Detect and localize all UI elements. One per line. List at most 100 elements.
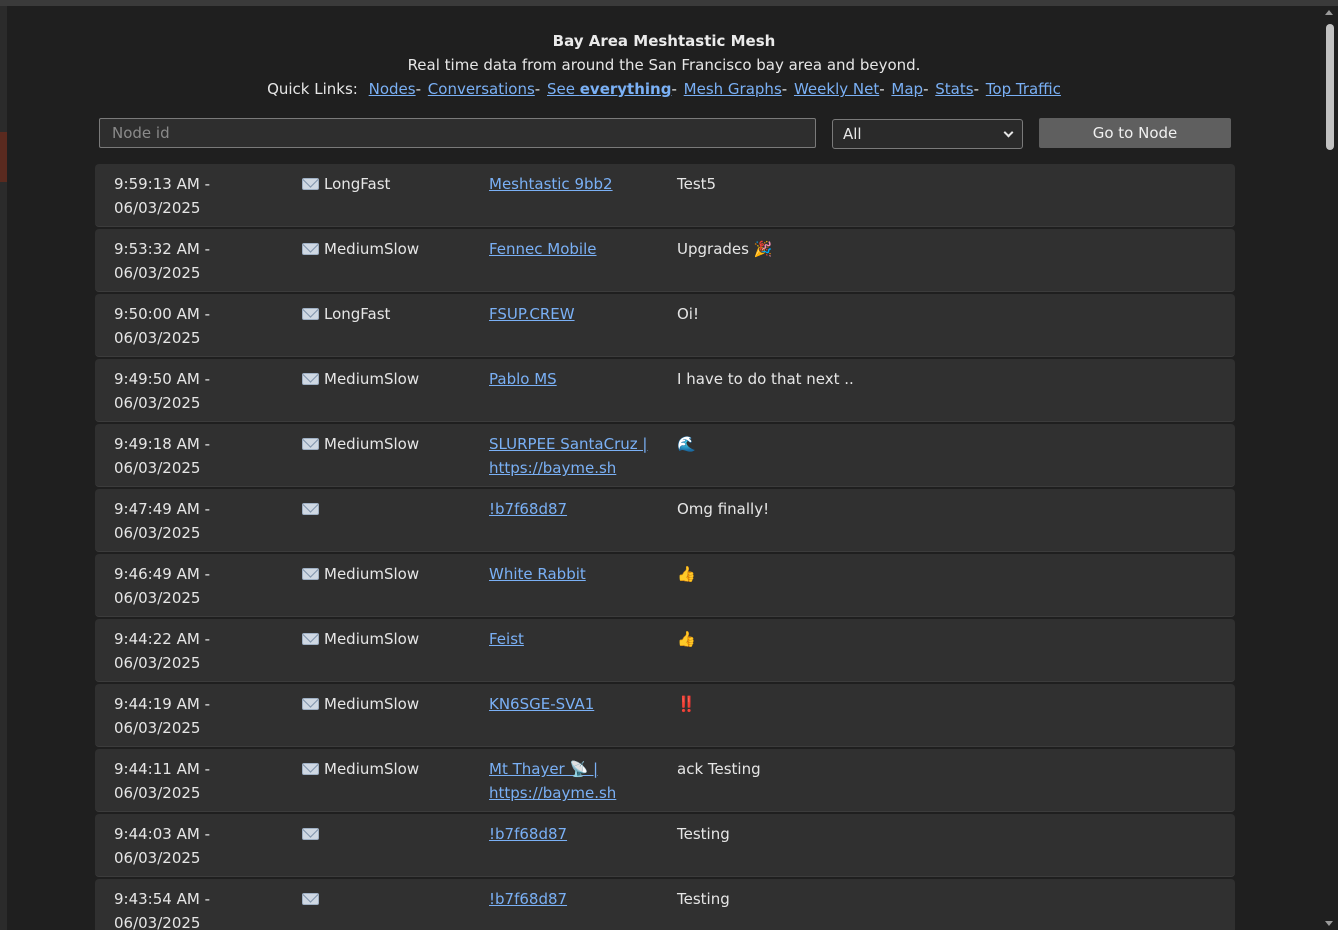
link-separator: - xyxy=(781,80,788,98)
message-channel: LongFast xyxy=(302,302,482,326)
message-text: Oi! xyxy=(677,305,699,323)
sender-name: Mt Thayer 📡 | xyxy=(489,760,598,778)
message-row: 9:53:32 AM - 06/03/2025 MediumSlow Fennec M… xyxy=(95,229,1235,292)
message-date: 06/03/2025 xyxy=(114,784,201,802)
scroll-up-icon[interactable] xyxy=(1325,10,1333,15)
message-text: ‼️ xyxy=(677,695,696,713)
link-conversations[interactable]: Conversations xyxy=(428,80,535,98)
page-content: Bay Area Meshtastic Mesh Real time data … xyxy=(7,6,1321,930)
message-sender: !b7f68d87 xyxy=(489,822,659,846)
quick-links-label: Quick Links: xyxy=(267,80,358,98)
sender-link[interactable]: !b7f68d87 xyxy=(489,825,567,843)
message-channel: MediumSlow xyxy=(302,627,482,651)
message-sender: SLURPEE SantaCruz | https://bayme.sh xyxy=(489,432,659,480)
sender-link[interactable]: Feist xyxy=(489,630,524,648)
envelope-icon xyxy=(302,373,319,385)
message-timestamp: 9:43:54 AM - 06/03/2025 xyxy=(114,887,294,930)
message-row: 9:44:22 AM - 06/03/2025 MediumSlow Feist 👍 xyxy=(95,619,1235,682)
channel-name: MediumSlow xyxy=(324,565,420,583)
message-row: 9:44:11 AM - 06/03/2025 MediumSlow Mt Thaye… xyxy=(95,749,1235,812)
channel-name: MediumSlow xyxy=(324,630,420,648)
message-timestamp: 9:44:22 AM - 06/03/2025 xyxy=(114,627,294,675)
sender-link[interactable]: !b7f68d87 xyxy=(489,500,567,518)
envelope-icon xyxy=(302,243,319,255)
message-row: 9:49:18 AM - 06/03/2025 MediumSlow SLURPEE … xyxy=(95,424,1235,487)
message-timestamp: 9:47:49 AM - 06/03/2025 xyxy=(114,497,294,545)
scrollbar-thumb[interactable] xyxy=(1326,24,1334,150)
sender-link[interactable]: !b7f68d87 xyxy=(489,890,567,908)
message-date: 06/03/2025 xyxy=(114,654,201,672)
message-date: 06/03/2025 xyxy=(114,589,201,607)
scroll-down-icon[interactable] xyxy=(1325,921,1333,926)
message-channel: LongFast xyxy=(302,172,482,196)
message-channel xyxy=(302,497,482,521)
channel-name: MediumSlow xyxy=(324,240,420,258)
message-time: 9:49:18 AM - xyxy=(114,435,210,453)
envelope-icon xyxy=(302,633,319,645)
link-nodes[interactable]: Nodes xyxy=(369,80,416,98)
message-row: 9:49:50 AM - 06/03/2025 MediumSlow Pablo MS… xyxy=(95,359,1235,422)
channel-select-value: All xyxy=(843,125,862,143)
page-subtitle: Real time data from around the San Franc… xyxy=(407,56,921,74)
link-separator: - xyxy=(534,80,541,98)
message-channel: MediumSlow xyxy=(302,237,482,261)
sender-name: Feist xyxy=(489,630,524,648)
message-date: 06/03/2025 xyxy=(114,849,201,867)
sender-name: !b7f68d87 xyxy=(489,890,568,908)
message-text: 👍 xyxy=(677,565,696,583)
link-top-traffic[interactable]: Top Traffic xyxy=(986,80,1061,98)
sender-link[interactable]: KN6SGE-SVA1 xyxy=(489,695,594,713)
message-channel: MediumSlow xyxy=(302,432,482,456)
link-see-everything[interactable]: See everything xyxy=(547,80,671,98)
sender-name: KN6SGE-SVA1 xyxy=(489,695,595,713)
message-sender: White Rabbit xyxy=(489,562,659,586)
sender-link[interactable]: Pablo MS xyxy=(489,370,557,388)
envelope-icon xyxy=(302,503,319,515)
message-row: 9:44:03 AM - 06/03/2025 !b7f68d87 Testing xyxy=(95,814,1235,877)
message-date: 06/03/2025 xyxy=(114,459,201,477)
message-timestamp: 9:44:03 AM - 06/03/2025 xyxy=(114,822,294,870)
channel-name: MediumSlow xyxy=(324,370,420,388)
envelope-icon xyxy=(302,178,319,190)
message-sender: !b7f68d87 xyxy=(489,887,659,911)
sender-url: https://bayme.sh xyxy=(489,784,617,802)
message-channel: MediumSlow xyxy=(302,367,482,391)
sender-link[interactable]: Mt Thayer 📡 | https://bayme.sh xyxy=(489,760,616,802)
link-separator: - xyxy=(671,80,677,98)
channel-select[interactable]: All xyxy=(832,119,1023,149)
page-scrollbar[interactable] xyxy=(1321,6,1338,930)
message-sender: Meshtastic 9bb2 xyxy=(489,172,659,196)
message-channel xyxy=(302,887,482,911)
sender-name: Pablo MS xyxy=(489,370,557,388)
sender-link[interactable]: White Rabbit xyxy=(489,565,586,583)
message-sender: FSUP.CREW xyxy=(489,302,659,326)
sender-link[interactable]: SLURPEE SantaCruz | https://bayme.sh xyxy=(489,435,647,477)
envelope-icon xyxy=(302,698,319,710)
sender-link[interactable]: Meshtastic 9bb2 xyxy=(489,175,613,193)
sender-link[interactable]: Fennec Mobile xyxy=(489,240,597,258)
node-id-input[interactable] xyxy=(99,118,816,148)
sender-link[interactable]: FSUP.CREW xyxy=(489,305,575,323)
channel-name: MediumSlow xyxy=(324,760,420,778)
message-text: 👍 xyxy=(677,630,696,648)
link-mesh-graphs[interactable]: Mesh Graphs xyxy=(684,80,782,98)
message-text: Omg finally! xyxy=(677,500,770,518)
go-to-node-button[interactable]: Go to Node xyxy=(1039,118,1231,148)
left-edge-accent xyxy=(0,132,7,182)
quick-links-bar: Quick Links: Nodes- Conversations- See e… xyxy=(7,80,1321,98)
message-channel: MediumSlow xyxy=(302,562,482,586)
message-timestamp: 9:59:13 AM - 06/03/2025 xyxy=(114,172,294,220)
message-text: I have to do that next .. xyxy=(677,370,854,388)
message-row: 9:47:49 AM - 06/03/2025 !b7f68d87 Omg final… xyxy=(95,489,1235,552)
message-sender: !b7f68d87 xyxy=(489,497,659,521)
message-text: Upgrades 🎉 xyxy=(677,240,773,258)
link-see-bold: everything xyxy=(579,80,672,98)
envelope-icon xyxy=(302,308,319,320)
message-time: 9:50:00 AM - xyxy=(114,305,210,323)
chevron-down-icon xyxy=(1003,127,1014,137)
message-date: 06/03/2025 xyxy=(114,524,201,542)
message-date: 06/03/2025 xyxy=(114,719,201,737)
link-weekly-net[interactable]: Weekly Net xyxy=(794,80,879,98)
link-map[interactable]: Map xyxy=(891,80,923,98)
link-stats[interactable]: Stats xyxy=(935,80,973,98)
